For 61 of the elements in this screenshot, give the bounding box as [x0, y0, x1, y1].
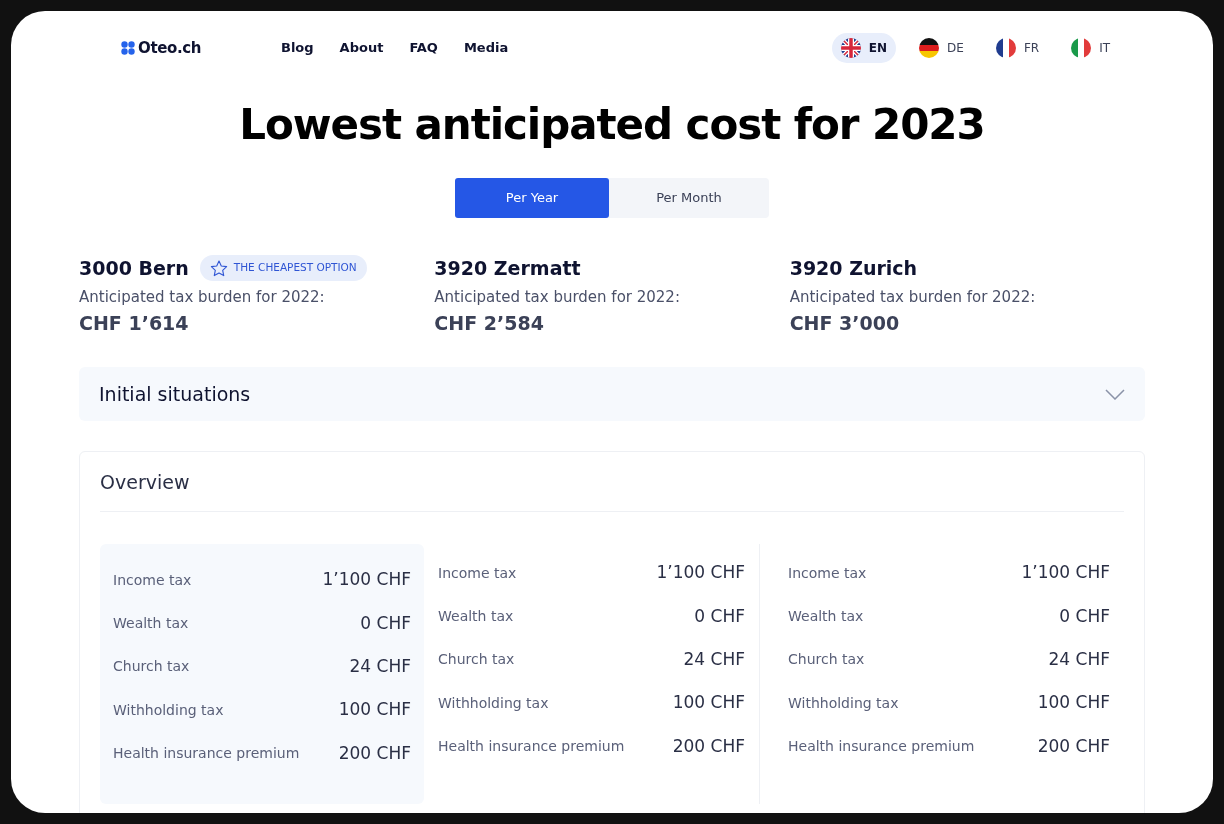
tax-value: 100 CHF: [672, 691, 745, 715]
tax-value: 0 CHF: [360, 611, 411, 635]
period-tab[interactable]: Per Month: [609, 178, 769, 218]
period-tab[interactable]: Per Year: [455, 178, 609, 218]
tax-value: 1’100 CHF: [1021, 561, 1110, 585]
nav-link[interactable]: Media: [463, 38, 509, 58]
flag-icon: [995, 38, 1016, 58]
flag-icon: [840, 38, 861, 58]
tax-label: Health insurance premium: [788, 736, 975, 756]
language-option[interactable]: DE: [910, 33, 973, 63]
city-name: 3920 Zurich: [789, 255, 918, 281]
star-icon: [209, 259, 228, 277]
tax-label: Wealth tax: [113, 613, 189, 633]
tax-value: 1’100 CHF: [322, 568, 411, 592]
accordion-header[interactable]: Initial situations: [79, 367, 1145, 421]
flag-icon: [919, 38, 940, 58]
tax-value: 100 CHF: [338, 698, 411, 722]
language-option[interactable]: FR: [986, 33, 1049, 63]
tax-caption: Anticipated tax burden for 2022:: [789, 287, 1037, 308]
tax-label: Wealth tax: [788, 606, 864, 626]
tax-value: 24 CHF: [683, 648, 745, 671]
city-name: 3920 Zermatt: [434, 255, 581, 281]
cheapest-badge: THE CHEAPEST OPTION: [199, 255, 367, 281]
tax-caption: Anticipated tax burden for 2022:: [434, 287, 681, 308]
tax-label: Church tax: [438, 650, 515, 670]
tax-label: Withholding tax: [113, 700, 224, 720]
logo-icon: [121, 41, 135, 55]
tax-amount: CHF 3’000: [789, 310, 901, 336]
tax-value: 200 CHF: [1037, 734, 1110, 758]
flag-icon: [1071, 38, 1092, 58]
tax-label: Church tax: [113, 657, 190, 677]
tax-amount: CHF 2’584: [434, 310, 545, 336]
tax-value: 24 CHF: [1048, 648, 1110, 671]
tax-amount: CHF 1’614: [79, 310, 190, 336]
chevron-icon: [1105, 388, 1125, 400]
tax-value: 24 CHF: [349, 655, 411, 678]
nav-link[interactable]: Blog: [281, 38, 314, 58]
tax-caption: Anticipated tax burden for 2022:: [79, 287, 326, 308]
tax-value: 1’100 CHF: [656, 561, 745, 585]
page-heading: Lowest anticipated cost for 2023: [238, 99, 986, 151]
tax-label: Withholding tax: [788, 693, 899, 713]
tax-value: 0 CHF: [694, 604, 745, 628]
tax-label: Health insurance premium: [438, 736, 625, 756]
tax-label: Income tax: [113, 570, 192, 590]
overview-title: Overview: [100, 468, 1124, 512]
language-option[interactable]: IT: [1062, 33, 1119, 63]
language-option[interactable]: EN: [831, 33, 897, 63]
tax-label: Income tax: [438, 563, 517, 583]
logo-text[interactable]: Oteo.ch: [138, 36, 202, 60]
city-name: 3000 Bern: [79, 255, 189, 281]
tax-value: 200 CHF: [338, 741, 411, 765]
tax-label: Health insurance premium: [113, 743, 300, 763]
tax-label: Withholding tax: [438, 693, 549, 713]
tax-label: Wealth tax: [438, 606, 514, 626]
tax-value: 100 CHF: [1037, 691, 1110, 715]
nav-link[interactable]: About: [339, 38, 384, 58]
tax-value: 0 CHF: [1059, 604, 1110, 628]
tax-label: Income tax: [788, 563, 867, 583]
tax-label: Church tax: [788, 650, 865, 670]
nav-link[interactable]: FAQ: [409, 38, 438, 58]
tax-value: 200 CHF: [672, 734, 745, 758]
